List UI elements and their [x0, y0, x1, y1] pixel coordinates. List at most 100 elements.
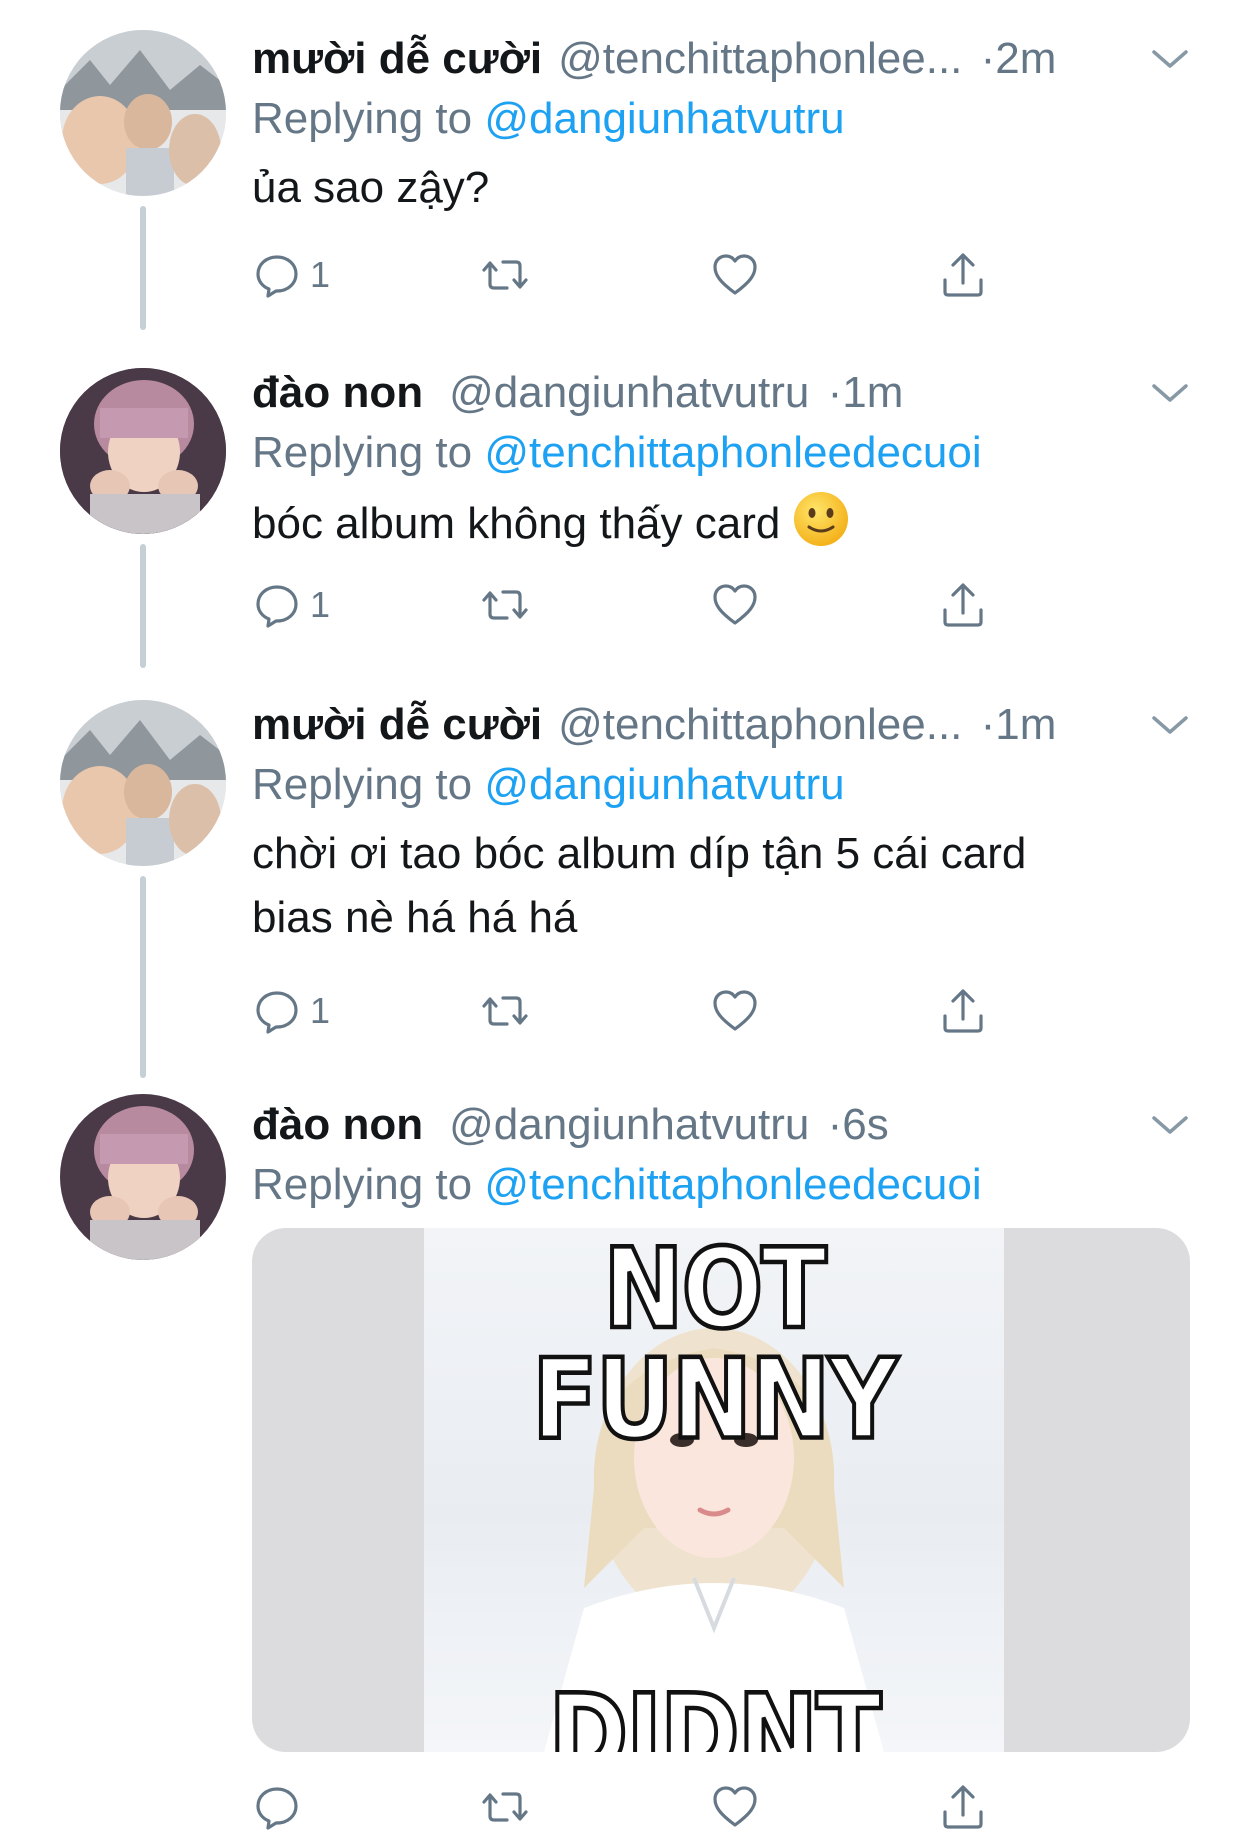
- thread-line: [140, 544, 146, 668]
- display-name[interactable]: đào non: [252, 1100, 423, 1149]
- avatar[interactable]: [60, 700, 226, 866]
- tweet-text-content: bóc album không thấy card: [252, 499, 781, 548]
- reply-button[interactable]: 1: [252, 976, 330, 1046]
- display-name[interactable]: mười dễ cười: [252, 34, 542, 83]
- replying-to-link[interactable]: @dangiunhatvutru: [484, 760, 844, 809]
- like-button[interactable]: [710, 240, 760, 310]
- reply-button[interactable]: 1: [252, 240, 330, 310]
- replying-to-link[interactable]: @tenchittaphonleedecuoi: [484, 1160, 981, 1209]
- thread-line: [140, 206, 146, 330]
- reply-thread: mười dễ cười @tenchittaphonlee... ·2m Rep…: [0, 0, 1242, 1842]
- tweet-header: đào non @dangiunhatvutru ·1m: [252, 362, 1190, 424]
- retweet-button[interactable]: [480, 976, 530, 1046]
- share-button[interactable]: [938, 976, 988, 1046]
- replying-to-link[interactable]: @dangiunhatvutru: [484, 94, 844, 143]
- chevron-down-icon[interactable]: [1150, 710, 1190, 740]
- replying-prefix: Replying to: [252, 428, 473, 477]
- share-button[interactable]: [938, 1772, 988, 1842]
- user-handle[interactable]: @dangiunhatvutru: [449, 368, 809, 417]
- separator-dot: ·: [980, 34, 996, 83]
- avatar[interactable]: [60, 368, 226, 534]
- tweet-text: chời ơi tao bóc album díp tận 5 cái card…: [252, 822, 1190, 950]
- tweet-content: mười dễ cười @tenchittaphonlee... ·1m Rep…: [252, 694, 1190, 1046]
- tweet-text: ủa sao zậy?: [252, 163, 490, 212]
- meme-bottom-caption: DIDNT LAUGH: [547, 1670, 884, 1752]
- avatar-photo: [60, 30, 226, 196]
- retweet-button[interactable]: [480, 1772, 530, 1842]
- retweet-icon: [482, 1792, 528, 1822]
- thread-line: [140, 876, 146, 1078]
- heart-icon: [713, 254, 757, 295]
- avatar[interactable]: [60, 30, 226, 196]
- tweet-content: mười dễ cười @tenchittaphonlee... ·2m Rep…: [252, 28, 1190, 310]
- reply-button[interactable]: 1: [252, 570, 330, 640]
- retweet-icon: [482, 590, 528, 620]
- tweet-header: mười dễ cười @tenchittaphonlee... ·1m: [252, 694, 1190, 756]
- tweet-text-line: chời ơi tao bóc album díp tận 5 cái card: [252, 829, 1027, 878]
- timestamp[interactable]: 6s: [842, 1100, 888, 1149]
- tweet-header: mười dễ cười @tenchittaphonlee... ·2m: [252, 28, 1190, 90]
- share-icon: [943, 989, 983, 1033]
- share-icon: [943, 583, 983, 627]
- share-icon: [943, 253, 983, 297]
- replying-prefix: Replying to: [252, 1160, 473, 1209]
- timestamp[interactable]: 1m: [995, 700, 1056, 749]
- chevron-down-icon[interactable]: [1150, 44, 1190, 74]
- retweet-button[interactable]: [480, 240, 530, 310]
- tweet-text: bóc album không thấy card: [252, 490, 1190, 556]
- heart-icon: [713, 1786, 757, 1827]
- reply-icon: [256, 255, 298, 298]
- separator-dot: ·: [980, 700, 996, 749]
- reply-icon: [256, 1787, 298, 1830]
- reply-icon: [256, 585, 298, 628]
- tweet-content: đào non @dangiunhatvutru ·6s Replying to …: [252, 1094, 1190, 1842]
- chevron-down-icon[interactable]: [1150, 378, 1190, 408]
- tweet-actions: [252, 1772, 1190, 1842]
- share-button[interactable]: [938, 570, 988, 640]
- reply-count: 1: [310, 254, 331, 295]
- user-handle[interactable]: @tenchittaphonlee...: [558, 34, 962, 83]
- replying-to: Replying to @dangiunhatvutru: [252, 756, 1190, 814]
- retweet-icon: [482, 260, 528, 290]
- user-handle[interactable]: @tenchittaphonlee...: [558, 700, 962, 749]
- display-name[interactable]: mười dễ cười: [252, 700, 542, 749]
- tweet-actions: 1: [252, 240, 1190, 310]
- meme-top-caption: NOT FUNNY: [530, 1228, 900, 1464]
- retweet-icon: [482, 996, 528, 1026]
- reply-button[interactable]: [252, 1772, 302, 1842]
- heart-icon: [713, 584, 757, 625]
- avatar[interactable]: [60, 1094, 226, 1260]
- replying-prefix: Replying to: [252, 760, 473, 809]
- timestamp[interactable]: 1m: [842, 368, 903, 417]
- share-icon: [943, 1785, 983, 1829]
- replying-to: Replying to @tenchittaphonleedecuoi: [252, 424, 1190, 482]
- tweet-actions: 1: [252, 570, 1190, 640]
- display-name[interactable]: đào non: [252, 368, 423, 417]
- reply-icon: [256, 991, 298, 1034]
- replying-to: Replying to @dangiunhatvutru: [252, 90, 1190, 148]
- avatar-photo: [60, 368, 226, 534]
- share-button[interactable]: [938, 240, 988, 310]
- slightly-smiling-face-icon: [794, 492, 849, 546]
- replying-to-link[interactable]: @tenchittaphonleedecuoi: [484, 428, 981, 477]
- meme-image: NOT FUNNY DIDNT LAUGH: [424, 1228, 1004, 1752]
- avatar-photo: [60, 1094, 226, 1260]
- separator-dot: ·: [827, 1100, 843, 1149]
- retweet-button[interactable]: [480, 570, 530, 640]
- timestamp[interactable]: 2m: [995, 34, 1056, 83]
- tweet-content: đào non @dangiunhatvutru ·1m Replying to …: [252, 362, 1190, 640]
- like-button[interactable]: [710, 570, 760, 640]
- reply-count: 1: [310, 990, 331, 1031]
- replying-to: Replying to @tenchittaphonleedecuoi: [252, 1156, 1190, 1214]
- heart-icon: [713, 990, 757, 1031]
- tweet-header: đào non @dangiunhatvutru ·6s: [252, 1094, 1190, 1156]
- like-button[interactable]: [710, 1772, 760, 1842]
- user-handle[interactable]: @dangiunhatvutru: [449, 1100, 809, 1149]
- avatar-photo: [60, 700, 226, 866]
- separator-dot: ·: [827, 368, 843, 417]
- like-button[interactable]: [710, 976, 760, 1046]
- replying-prefix: Replying to: [252, 94, 473, 143]
- chevron-down-icon[interactable]: [1150, 1110, 1190, 1140]
- tweet-media[interactable]: NOT FUNNY DIDNT LAUGH: [252, 1228, 1190, 1752]
- reply-count: 1: [310, 584, 331, 625]
